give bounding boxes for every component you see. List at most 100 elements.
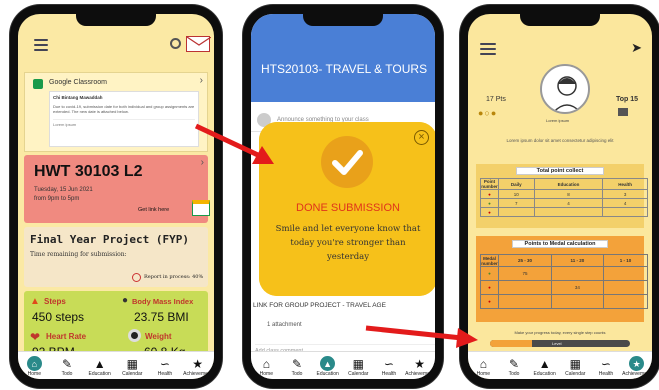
dashboard-screen: Google Classroom › Chi Bintang Mawaddah … [18, 14, 214, 379]
table-header: Health [602, 178, 648, 190]
done-submission-modal: × DONE SUBMISSION Smile and let everyone… [259, 122, 435, 296]
classroom-logo-icon [192, 200, 210, 216]
medal-calc-table: Medal number 25 - 30 11 - 20 1 - 10 ● 75 ● 34… [480, 254, 649, 309]
home-icon: ⌂ [262, 357, 270, 371]
progress-fill [490, 340, 532, 347]
stethoscope-icon: ∽ [159, 357, 170, 371]
nav-achievement[interactable]: ★ Achievement [183, 357, 212, 377]
body-icon: ● [122, 295, 129, 306]
mail-icon[interactable] [186, 36, 212, 52]
close-icon[interactable]: × [414, 130, 429, 145]
weight-label: Weight [145, 332, 172, 341]
medal-icon: ★ [414, 357, 425, 371]
rank-badge-icon [618, 108, 628, 116]
progress-bar: Level [490, 340, 630, 347]
assignment-link[interactable]: LINK FOR GROUP PROJECT - TRAVEL AGE [253, 302, 386, 309]
phone-notch [303, 14, 383, 26]
nav-todo[interactable]: ✎ Todo [284, 357, 310, 377]
nav-calendar[interactable]: ▦ Calendar [345, 357, 371, 377]
bottom-nav: ⌂ Home ✎ Todo ▲ Education ▦ Calendar ∽ Health… [18, 351, 214, 379]
nav-calendar[interactable]: ▦ Calendar [562, 357, 588, 377]
nav-education[interactable]: ▲ Education [87, 357, 113, 377]
graduation-cap-icon: ▲ [320, 356, 336, 371]
get-link-button[interactable]: Get link here [138, 207, 169, 213]
table-row: ● 7 4 4 [480, 198, 648, 208]
nav-todo[interactable]: ✎ Todo [54, 357, 80, 377]
check-circle-icon [321, 136, 373, 188]
medal-calc-title: Points to Medal calculation [512, 240, 608, 248]
medal-row: ●○● [478, 108, 498, 118]
nav-calendar[interactable]: ▦ Calendar [119, 357, 145, 377]
nav-home[interactable]: ⌂ Home [21, 356, 47, 377]
total-points-section: Total point collect Point number Daily Edu… [476, 164, 648, 228]
table-header: Education [533, 178, 604, 190]
course-card[interactable]: HWT 30103 L2 › Tuesday, 15 Jun 2021 from… [24, 155, 210, 223]
nav-education[interactable]: ▲ Education [532, 357, 558, 377]
nav-health[interactable]: ∽ Health [593, 357, 619, 377]
nav-home[interactable]: ⌂ Home [253, 357, 279, 377]
bmi-value: 23.75 BMI [134, 310, 189, 324]
avatar [540, 64, 590, 114]
menu-icon[interactable] [34, 36, 48, 54]
progress-label: Level [552, 341, 562, 346]
course-code: HWT 30103 L2 [34, 163, 143, 180]
table-row: ● 75 [480, 266, 649, 281]
classroom-icon [33, 79, 43, 89]
motivation-caption: Lorem ipsum dolor sit amet consectetur a… [506, 138, 614, 143]
phone-dashboard: Google Classroom › Chi Bintang Mawaddah … [10, 5, 222, 388]
report-progress: Report in process: 40% [144, 274, 204, 280]
course-time: from 9pm to 5pm [34, 196, 80, 202]
menu-icon[interactable] [480, 40, 496, 58]
graduation-cap-icon: ▲ [93, 357, 106, 371]
nav-health[interactable]: ∽ Health [152, 357, 178, 377]
points-total: 17 Pts [486, 96, 506, 103]
nav-achievement[interactable]: ★ Achievement [622, 356, 651, 377]
edit-icon: ✎ [508, 357, 520, 371]
search-icon[interactable] [170, 38, 181, 49]
steps-label: Steps [44, 297, 66, 306]
heart-icon: ❤ [30, 330, 41, 344]
home-icon: ⌂ [479, 357, 487, 371]
table-header: 11 - 20 [550, 254, 604, 267]
nav-health[interactable]: ∽ Health [376, 357, 402, 377]
fyp-card[interactable]: Final Year Project (FYP) Time remaining … [24, 227, 208, 287]
bmi-label: Body Mass Index [132, 297, 194, 306]
bottom-nav: ⌂ Home ✎ Todo ▲ Education ▦ Calendar ∽ Health… [251, 351, 435, 379]
medal-icon: ● [480, 294, 499, 309]
medal-calc-section: Points to Medal calculation Medal number… [476, 236, 649, 322]
nav-education[interactable]: ▲ Education [315, 356, 341, 377]
nav-home[interactable]: ⌂ Home [470, 357, 496, 377]
scale-icon [128, 329, 141, 342]
fyp-subtitle: Time remaining for submission: [30, 251, 127, 258]
nav-todo[interactable]: ✎ Todo [501, 357, 527, 377]
graduation-cap-icon: ▲ [538, 357, 551, 371]
home-icon: ⌂ [26, 356, 42, 371]
chevron-right-icon[interactable]: › [200, 75, 203, 86]
total-points-table: Point number Daily Education Health ● 10 8 3 ●… [480, 178, 648, 217]
medal-icon: ★ [192, 357, 203, 371]
nav-achievement[interactable]: ★ Achievement [405, 357, 434, 377]
arrow-to-modal [194, 123, 274, 164]
edit-icon: ✎ [61, 357, 73, 371]
achievement-screen: ➤ 17 Pts ●○● Lorem ipsum Top 15 Lorem ip… [468, 14, 652, 379]
edit-icon: ✎ [291, 357, 303, 371]
attachment-count[interactable]: 1 attachment [267, 322, 302, 328]
share-icon[interactable]: ➤ [631, 40, 642, 56]
table-row: ● 10 8 3 [480, 189, 648, 199]
table-row: ● [480, 294, 649, 309]
modal-message: Smile and let everyone know that today y… [275, 224, 421, 262]
modal-title: DONE SUBMISSION [296, 202, 400, 214]
fire-icon: ▲ [30, 296, 40, 307]
classroom-title: Google Classroom [49, 79, 107, 86]
google-classroom-card[interactable]: Google Classroom › Chi Bintang Mawaddah … [24, 72, 208, 152]
table-row: ● [480, 207, 648, 217]
post-link[interactable]: Lorem ipsum [53, 119, 195, 127]
medal-icon: ● [480, 207, 499, 217]
total-points-title: Total point collect [516, 167, 604, 175]
table-header: 25 - 30 [498, 254, 552, 267]
stethoscope-icon: ∽ [383, 357, 394, 371]
heart-rate-label: Heart Rate [46, 332, 87, 341]
calendar-icon: ▦ [569, 357, 581, 371]
rank-label: Top 15 [615, 96, 638, 103]
avatar-caption: Lorem ipsum [546, 118, 570, 123]
